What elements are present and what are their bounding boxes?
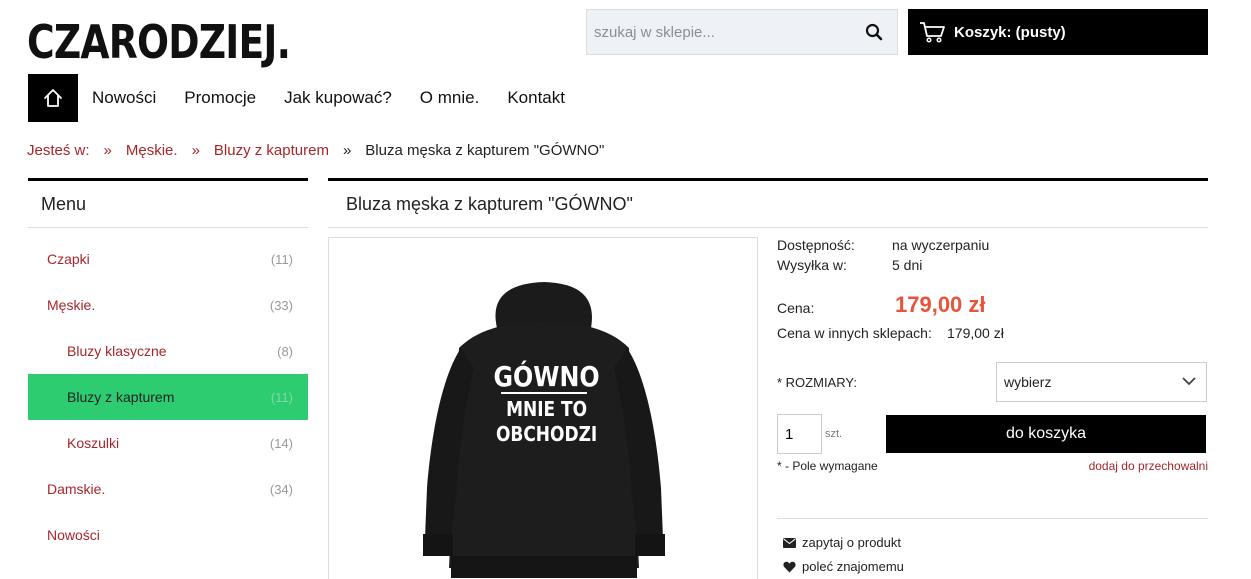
category-bluzy-z-kapturem[interactable]: Bluzy z kapturem (11): [28, 374, 308, 420]
search-icon: [865, 23, 883, 41]
recommend-link[interactable]: poleć znajomemu: [783, 559, 904, 574]
add-to-cart-button[interactable]: do koszyka: [886, 415, 1206, 453]
category-label: Damskie.: [47, 481, 106, 497]
category-label: Czapki: [47, 251, 90, 267]
category-label: Bluzy klasyczne: [67, 343, 167, 359]
category-bluzy-klasyczne[interactable]: Bluzy klasyczne (8): [28, 328, 308, 374]
product-image[interactable]: GÓWNO MNIE TO OBCHODZI: [328, 237, 758, 579]
category-count: (14): [269, 435, 293, 451]
other-price-value: 179,00 zł: [947, 325, 1004, 341]
quantity-input[interactable]: [777, 414, 822, 454]
wishlist-link[interactable]: dodaj do przechowalni: [1089, 459, 1208, 473]
hoodie-illustration: GÓWNO MNIE TO OBCHODZI: [423, 282, 665, 578]
search-input[interactable]: [587, 10, 857, 54]
nav-item-kontakt[interactable]: Kontakt: [507, 88, 565, 108]
category-count: (33): [269, 297, 293, 313]
breadcrumb-separator: »: [103, 142, 112, 159]
category-label: Koszulki: [67, 435, 120, 451]
price-label: Cena:: [777, 300, 815, 316]
product-title: Bluza męska z kapturem "GÓWNO": [328, 181, 1208, 228]
shipping-value: 5 dni: [892, 257, 923, 273]
ask-product-label: zapytaj o produkt: [802, 535, 902, 550]
category-count: (11): [270, 389, 293, 405]
other-price-label: Cena w innych sklepach:: [777, 325, 932, 341]
breadcrumb-separator: »: [342, 142, 352, 159]
category-count: (8): [277, 343, 293, 359]
category-koszulki[interactable]: Koszulki (14): [28, 420, 308, 466]
required-note: * - Pole wymagane: [777, 459, 878, 473]
sidebar-menu: Menu Czapki (11) Męskie. (33) Bluzy klas…: [28, 178, 308, 558]
size-select-value: wybierz: [1004, 374, 1052, 390]
cart-label: Koszyk: (pusty): [954, 23, 1066, 41]
recommend-label: poleć znajomemu: [802, 559, 904, 574]
heart-icon: [783, 561, 796, 572]
category-count: (34): [269, 481, 293, 497]
quantity-unit: szt.: [825, 428, 843, 440]
size-select[interactable]: wybierz: [996, 362, 1207, 402]
breadcrumb-link-meskie[interactable]: Męskie.: [126, 142, 178, 159]
logo[interactable]: CZARODZIEJ.: [27, 14, 291, 70]
price-value: 179,00 zł: [895, 292, 986, 317]
category-czapki[interactable]: Czapki (11): [28, 236, 308, 282]
chevron-down-icon: [1182, 377, 1196, 386]
breadcrumb: Jesteś w: » Męskie. » Bluzy z kapturem »…: [27, 142, 604, 159]
breadcrumb-prefix: Jesteś w:: [27, 142, 90, 159]
sidebar-title: Menu: [28, 181, 308, 228]
availability-label: Dostępność:: [777, 237, 855, 253]
print-line-3: OBCHODZI: [496, 424, 597, 447]
print-line-1: GÓWNO: [494, 359, 600, 393]
ask-product-link[interactable]: zapytaj o produkt: [783, 535, 901, 550]
category-label: Męskie.: [47, 297, 96, 313]
nav-item-promocje[interactable]: Promocje: [184, 88, 256, 108]
breadcrumb-current: Bluza męska z kapturem "GÓWNO": [365, 142, 605, 159]
divider: [777, 518, 1208, 519]
shipping-label: Wysyłka w:: [777, 257, 847, 273]
category-meskie[interactable]: Męskie. (33): [28, 282, 308, 328]
print-line-2: MNIE TO: [506, 399, 587, 422]
breadcrumb-separator: »: [191, 142, 200, 159]
category-damskie[interactable]: Damskie. (34): [28, 466, 308, 512]
category-label: Nowości: [47, 527, 100, 543]
nav-item-jak-kupowac[interactable]: Jak kupować?: [284, 88, 392, 108]
breadcrumb-link-bluzy[interactable]: Bluzy z kapturem: [214, 142, 329, 159]
search-box: [586, 9, 898, 55]
category-label: Bluzy z kapturem: [67, 389, 175, 405]
home-icon: [44, 89, 62, 107]
search-button[interactable]: [851, 10, 897, 54]
availability-value: na wyczerpaniu: [892, 237, 990, 253]
category-nowosci[interactable]: Nowości: [28, 512, 308, 558]
cart-button[interactable]: Koszyk: (pusty): [908, 9, 1208, 55]
home-button[interactable]: [28, 74, 78, 122]
sizes-label: * ROZMIARY:: [777, 375, 857, 390]
cart-icon: [920, 22, 945, 43]
envelope-icon: [783, 537, 796, 548]
category-count: (11): [270, 251, 293, 267]
nav-item-nowosci[interactable]: Nowości: [92, 88, 156, 108]
nav-item-o-mnie[interactable]: O mnie.: [420, 88, 480, 108]
product-panel: Bluza męska z kapturem "GÓWNO": [328, 178, 1208, 228]
main-nav: Nowości Promocje Jak kupować? O mnie. Ko…: [92, 74, 593, 122]
